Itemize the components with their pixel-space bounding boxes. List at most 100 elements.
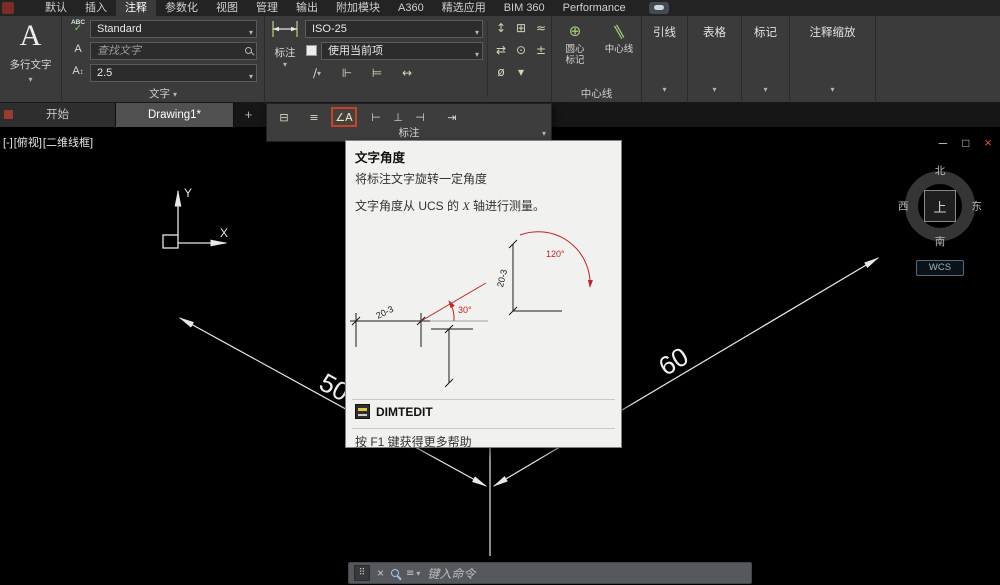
viewcube-north[interactable]: 北 (935, 163, 946, 178)
viewport-controls: [-][俯视][二维线框] (3, 134, 94, 150)
flyout-panel-label: 标注 (267, 125, 551, 140)
a360-cloud-icon[interactable] (649, 2, 669, 14)
center-mark-button[interactable]: ⊕ 圆心 标记 (554, 18, 596, 84)
chevron-down-icon: ▾ (173, 90, 177, 99)
oblique-dim-icon[interactable]: ∕▾ (307, 64, 327, 82)
dimtedit-icon (355, 404, 370, 419)
viewcube-south[interactable]: 南 (935, 234, 946, 249)
tab-bim360[interactable]: BIM 360 (495, 0, 554, 16)
dim-break-icon[interactable]: ⊟ (273, 107, 295, 127)
text-style-select[interactable]: Standard ▾ (90, 20, 257, 38)
dim-override-icon[interactable]: ⇥ (441, 107, 463, 127)
minimize-button[interactable]: ─ (939, 136, 948, 150)
dim-layer-checkbox[interactable] (306, 45, 317, 56)
dimension-button[interactable]: 标注 ▾ (267, 18, 303, 82)
command-search-icon[interactable] (391, 569, 399, 577)
axis-x-label: X (220, 226, 228, 240)
tab-drawing1[interactable]: Drawing1* (116, 103, 234, 127)
tab-output[interactable]: 输出 (287, 0, 327, 16)
viewcube[interactable]: 北 西 东 南 上 (898, 164, 982, 248)
spell-check-icon[interactable]: ABC ✓ (67, 19, 89, 34)
markup-panel[interactable]: 标记 ▾ (742, 16, 790, 103)
dim-side-row-2: ⇄ ⊙ ± (493, 42, 549, 58)
centerline-button[interactable]: ∥ 中心线 (598, 18, 640, 84)
mtext-label: 多行文字 (0, 57, 61, 72)
viewcube-east[interactable]: 东 (972, 199, 983, 214)
command-input[interactable]: 键入命令 (427, 565, 746, 582)
right-justify-icon[interactable]: ⊣ (409, 107, 431, 127)
tab-insert[interactable]: 插入 (76, 0, 116, 16)
tolerance-icon[interactable]: ± (533, 42, 549, 58)
dimension-flyout: ⊟ ≡ ∠A ⊢ ⊥ ⊣ ⇥ 标注 ▾ (266, 103, 552, 142)
mtext-icon: A (0, 16, 61, 56)
ucs-icon[interactable] (163, 191, 226, 248)
tooltip-diagram: 20-3 30° 20-3 120° (350, 217, 619, 395)
text-angle-icon[interactable]: ∠A (331, 107, 357, 127)
text-height-select[interactable]: 2.5 ▾ (90, 64, 257, 82)
command-placeholder: 键入命令 (427, 567, 475, 581)
tab-annotate[interactable]: 注释 (116, 0, 156, 16)
dim-value-right: 60 (653, 341, 693, 382)
centerline-icon: ∥ (598, 18, 640, 44)
viewcube-west[interactable]: 西 (898, 199, 909, 214)
tab-performance[interactable]: Performance (554, 0, 635, 16)
text-angle-tooltip: 文字角度 将标注文字旋转一定角度 文字角度从 UCS 的 X 轴进行测量。 20… (345, 140, 622, 448)
tab-featured-apps[interactable]: 精选应用 (433, 0, 495, 16)
mtext-button[interactable]: A 多行文字 ▾ (0, 16, 61, 103)
dim-update-icon[interactable]: ↕ (493, 20, 509, 36)
command-grip-icon[interactable]: ⠿ (354, 565, 370, 581)
reassociate-dim-icon[interactable]: ⇄ (493, 42, 509, 58)
tab-parametric[interactable]: 参数化 (156, 0, 207, 16)
chevron-down-icon[interactable]: ▾ (542, 129, 546, 138)
tab-default[interactable]: 默认 (36, 0, 76, 16)
chevron-down-icon[interactable]: ▾ (513, 64, 529, 80)
search-icon[interactable] (245, 47, 252, 54)
dim-layer-select[interactable]: 使用当前项 ▾ (321, 42, 483, 60)
diagram-angle-120: 120° (546, 249, 565, 259)
tab-addins[interactable]: 附加模块 (327, 0, 389, 16)
dim-tool-row: ∕▾ ⊩ ⊨ ↔ (307, 64, 417, 82)
chevron-down-icon: ▾ (267, 60, 303, 69)
center-justify-icon[interactable]: ⊥ (387, 107, 409, 127)
dimension-panel: 标注 ▾ ISO-25 ▾ 使用当前项 ▾ ∕▾ ⊩ ⊨ ↔ (265, 16, 552, 103)
tab-manage[interactable]: 管理 (247, 0, 287, 16)
tooltip-help-text: 按 F1 键获得更多帮助 (355, 433, 472, 450)
annotation-scaling-panel[interactable]: 注释缩放 ▾ (790, 16, 876, 103)
new-drawing-button[interactable]: + (240, 106, 257, 123)
close-button[interactable]: × (984, 135, 992, 150)
table-panel[interactable]: 表格 ▾ (688, 16, 742, 103)
command-line-bar: ⠿ × ≡▾ 键入命令 (348, 562, 752, 584)
jogged-line-icon[interactable]: ≈ (533, 20, 549, 36)
tab-view[interactable]: 视图 (207, 0, 247, 16)
adjust-spacing-icon[interactable]: ≡ (303, 107, 325, 127)
app-menu-icon[interactable] (2, 2, 14, 14)
tab-start[interactable]: 开始 (0, 103, 116, 127)
dim-style-select[interactable]: ISO-25 ▾ (305, 20, 483, 38)
tooltip-command-name: DIMTEDIT (376, 405, 433, 419)
baseline-dim-icon[interactable]: ⊨ (367, 64, 387, 82)
chevron-down-icon: ▾ (0, 75, 61, 84)
left-justify-icon[interactable]: ⊢ (365, 107, 387, 127)
viewcube-top-face[interactable]: 上 (924, 190, 956, 222)
viewport-menu-control[interactable]: [-] (3, 137, 13, 149)
tab-a360[interactable]: A360 (389, 0, 433, 16)
leader-panel[interactable]: 引线 ▾ (642, 16, 688, 103)
viewport-view-control[interactable]: [俯视] (14, 137, 42, 149)
diameter-dim-icon[interactable]: ø (493, 64, 509, 80)
continue-dim-icon[interactable]: ⊩ (337, 64, 357, 82)
inspect-dim-icon[interactable]: ⊙ (513, 42, 529, 58)
recent-commands-icon[interactable]: ≡▾ (406, 568, 420, 579)
window-controls: ─ □ × (939, 135, 992, 150)
ribbon: A 多行文字 ▾ ABC ✓ Standard ▾ A 查找文字 (0, 16, 1000, 103)
find-text-input[interactable]: 查找文字 (90, 42, 257, 60)
restore-button[interactable]: □ (962, 136, 969, 150)
dim-space-icon[interactable]: ↔ (397, 64, 417, 82)
viewport-visual-style-control[interactable]: [二维线框] (43, 137, 93, 149)
text-panel-label[interactable]: 文字 ▾ (62, 86, 264, 101)
chevron-down-icon: ▾ (688, 85, 741, 94)
wcs-button[interactable]: WCS (916, 260, 964, 276)
text-panel: ABC ✓ Standard ▾ A 查找文字 A↕ 2.5 ▾ 文字 (62, 16, 265, 103)
tooltip-separator-2 (352, 428, 615, 429)
dim-style-box-icon[interactable]: ⊞ (513, 20, 529, 36)
command-close-icon[interactable]: × (377, 566, 384, 580)
